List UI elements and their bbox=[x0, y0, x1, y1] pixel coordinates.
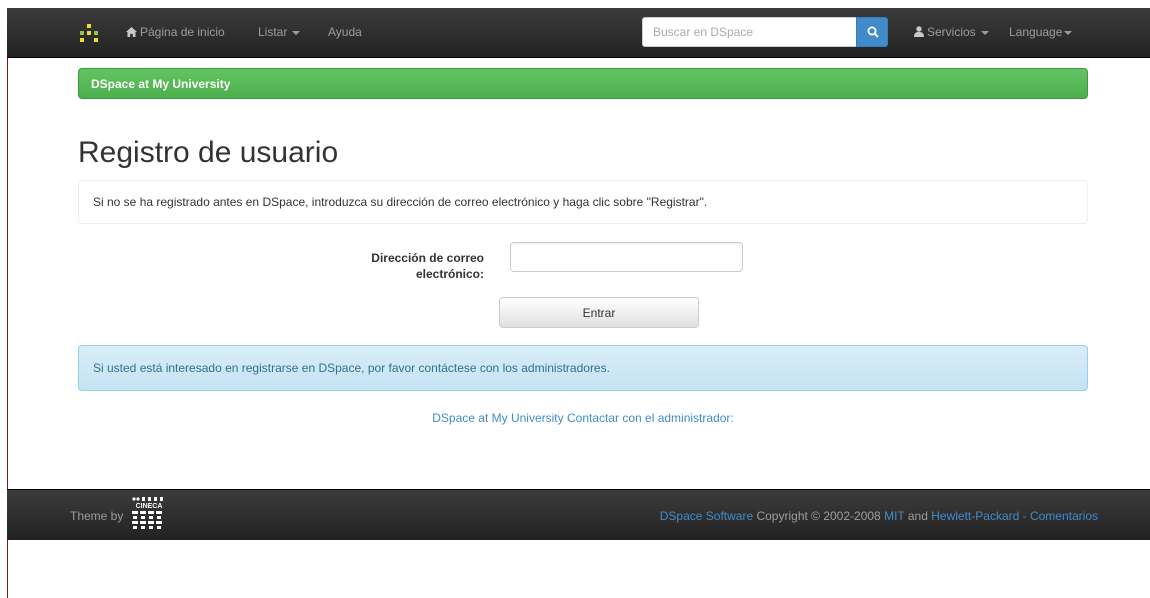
admin-site-link[interactable]: DSpace at My University bbox=[432, 411, 563, 425]
nav-help[interactable]: Ayuda bbox=[328, 25, 362, 39]
chevron-down-icon bbox=[292, 30, 301, 35]
nav-help-label: Ayuda bbox=[328, 25, 362, 39]
chevron-down-icon bbox=[980, 30, 989, 35]
user-icon bbox=[914, 26, 924, 37]
dspace-logo-icon[interactable] bbox=[80, 24, 98, 42]
submit-button[interactable]: Entrar bbox=[499, 297, 699, 328]
hp-link[interactable]: Hewlett-Packard bbox=[931, 509, 1019, 523]
admin-contact-link[interactable]: Contactar con el administrador: bbox=[567, 411, 734, 425]
instructions-panel: Si no se ha registrado antes en DSpace, … bbox=[78, 180, 1088, 224]
email-label-line1: Dirección de correo bbox=[371, 251, 484, 265]
nav-services-dropdown[interactable]: Servicios bbox=[914, 25, 989, 39]
svg-text:CINECA: CINECA bbox=[136, 503, 163, 510]
search-input[interactable] bbox=[642, 17, 858, 47]
footer-copyright: DSpace Software Copyright © 2002-2008 MI… bbox=[660, 509, 1098, 523]
mit-link[interactable]: MIT bbox=[884, 509, 904, 523]
nav-browse-dropdown[interactable]: Listar bbox=[258, 25, 301, 39]
site-banner: DSpace at My University bbox=[78, 68, 1088, 99]
nav-language-dropdown[interactable]: Language bbox=[1009, 25, 1073, 39]
footer-separator: - bbox=[1022, 509, 1027, 523]
page-footer: Theme by CINECA DSpace Software Copyrigh… bbox=[7, 489, 1150, 540]
dspace-software-link[interactable]: DSpace Software bbox=[660, 509, 753, 523]
info-alert-text: Si usted está interesado en registrarse … bbox=[93, 361, 610, 375]
copyright-text: Copyright © 2002-2008 bbox=[756, 509, 881, 523]
home-icon bbox=[126, 27, 137, 37]
email-label-line2: electrónico: bbox=[415, 267, 484, 281]
email-field[interactable] bbox=[510, 242, 743, 272]
instructions-text: Si no se ha registrado antes en DSpace, … bbox=[93, 195, 708, 209]
search-icon bbox=[867, 26, 879, 38]
info-alert: Si usted está interesado en registrarse … bbox=[78, 345, 1088, 391]
feedback-link[interactable]: Comentarios bbox=[1030, 509, 1098, 523]
email-field-label: Dirección de correo electrónico: bbox=[330, 250, 484, 282]
nav-home[interactable]: Página de inicio bbox=[126, 25, 225, 39]
site-banner-text[interactable]: DSpace at My University bbox=[91, 77, 230, 91]
search-button[interactable] bbox=[856, 17, 888, 47]
theme-by-label: Theme by bbox=[70, 509, 124, 523]
cineca-logo-icon[interactable]: CINECA bbox=[129, 495, 169, 535]
nav-browse-label: Listar bbox=[258, 25, 288, 39]
and-text: and bbox=[907, 509, 928, 523]
nav-language-label: Language bbox=[1009, 25, 1063, 39]
page-title: Registro de usuario bbox=[78, 136, 339, 169]
top-navbar: Página de inicio Listar Ayuda Servicios … bbox=[7, 8, 1150, 58]
nav-home-label: Página de inicio bbox=[140, 25, 225, 39]
nav-services-label: Servicios bbox=[927, 25, 976, 39]
admin-contact-line: DSpace at My University Contactar con el… bbox=[0, 411, 1150, 425]
chevron-down-icon bbox=[1064, 30, 1073, 35]
